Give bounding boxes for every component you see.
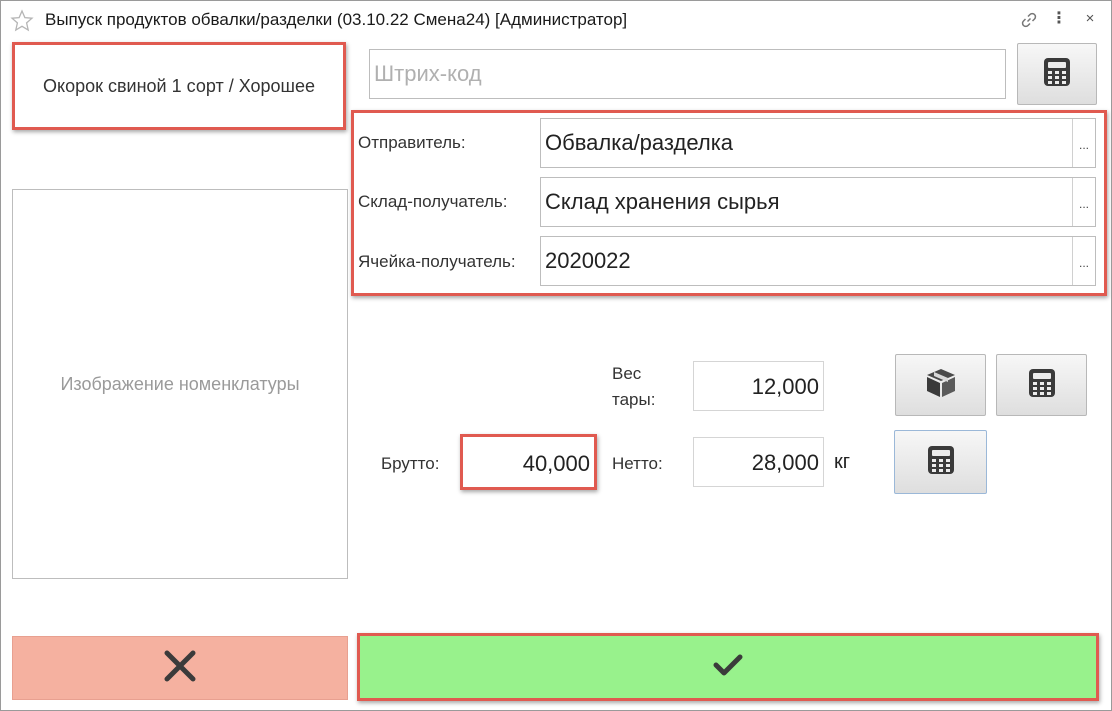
- gross-label: Брутто:: [381, 454, 440, 473]
- title-bar: Выпуск продуктов обвалки/разделки (03.10…: [1, 1, 1111, 39]
- box-icon: [924, 367, 958, 404]
- warehouse-value: Склад хранения сырья: [545, 189, 780, 214]
- warehouse-field[interactable]: Склад хранения сырья ...: [540, 177, 1096, 227]
- close-icon: [163, 649, 197, 688]
- calculator-icon: [927, 445, 955, 480]
- more-icon[interactable]: ⋮: [1049, 10, 1069, 30]
- tare-calculator-button[interactable]: [996, 354, 1087, 416]
- cell-label: Ячейка-получатель:: [358, 252, 516, 271]
- tare-box-button[interactable]: [895, 354, 986, 416]
- link-icon[interactable]: [1019, 10, 1039, 30]
- weight-unit: кг: [834, 451, 851, 473]
- net-weight-field[interactable]: 28,000: [693, 437, 824, 487]
- window-title: Выпуск продуктов обвалки/разделки (03.10…: [45, 10, 628, 29]
- sender-field[interactable]: Обвалка/разделка ...: [540, 118, 1096, 168]
- net-label: Нетто:: [612, 454, 663, 473]
- tare-label-line2: тары:: [612, 390, 656, 409]
- star-icon[interactable]: [10, 9, 34, 33]
- calculator-icon: [1028, 368, 1056, 403]
- window: Выпуск продуктов обвалки/разделки (03.10…: [0, 0, 1112, 711]
- barcode-input[interactable]: [369, 49, 1006, 99]
- barcode-calculator-button[interactable]: [1017, 43, 1097, 105]
- close-window-icon[interactable]: ×: [1080, 10, 1100, 30]
- warehouse-select-button[interactable]: ...: [1072, 178, 1095, 226]
- calculator-icon: [1043, 57, 1071, 92]
- check-icon: [713, 653, 743, 682]
- tare-weight-field[interactable]: 12,000: [693, 361, 824, 411]
- sender-label: Отправитель:: [358, 133, 466, 152]
- cell-select-button[interactable]: ...: [1072, 237, 1095, 285]
- net-calculator-button[interactable]: [894, 430, 987, 494]
- confirm-button[interactable]: [357, 633, 1099, 701]
- sender-select-button[interactable]: ...: [1072, 119, 1095, 167]
- gross-weight-field[interactable]: 40,000: [460, 434, 597, 490]
- product-name: Окорок свиной 1 сорт / Хорошее: [12, 42, 346, 130]
- cell-value: 2020022: [545, 248, 631, 273]
- cancel-button[interactable]: [12, 636, 348, 700]
- product-image-placeholder: Изображение номенклатуры: [12, 189, 348, 579]
- sender-value: Обвалка/разделка: [545, 130, 734, 155]
- warehouse-label: Склад-получатель:: [358, 192, 508, 211]
- tare-label-line1: Вес: [612, 364, 642, 383]
- cell-field[interactable]: 2020022 ...: [540, 236, 1096, 286]
